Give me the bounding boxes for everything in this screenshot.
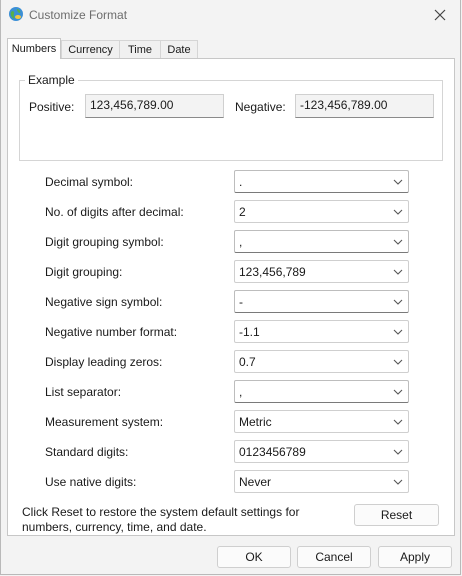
setting-value: . [239, 175, 243, 189]
customize-format-dialog: Customize Format Numbers Currency Time D… [0, 0, 461, 575]
chevron-down-icon[interactable] [392, 236, 404, 248]
setting-value: -1.1 [239, 325, 260, 339]
tab-numbers[interactable]: Numbers [7, 38, 61, 59]
setting-label: Display leading zeros: [45, 355, 163, 369]
setting-combobox[interactable]: Never [234, 470, 409, 493]
numbers-tab-panel: Example Positive: 123,456,789.00 Negativ… [7, 58, 455, 536]
setting-combobox[interactable]: , [234, 230, 409, 253]
tab-currency[interactable]: Currency [61, 40, 120, 58]
setting-value: 123,456,789 [239, 265, 306, 279]
negative-example-field: -123,456,789.00 [295, 94, 434, 118]
chevron-down-icon[interactable] [392, 416, 404, 428]
setting-label: Measurement system: [45, 415, 164, 429]
window-title: Customize Format [29, 8, 128, 22]
positive-label: Positive: [29, 100, 75, 114]
setting-label: Digit grouping: [45, 265, 123, 279]
chevron-down-icon[interactable] [392, 296, 404, 308]
chevron-down-icon[interactable] [392, 206, 404, 218]
setting-label: Use native digits: [45, 475, 137, 489]
chevron-down-icon[interactable] [392, 476, 404, 488]
setting-value: 0123456789 [239, 445, 306, 459]
setting-combobox[interactable]: - [234, 290, 409, 313]
setting-combobox[interactable]: 0.7 [234, 350, 409, 373]
setting-value: Never [239, 475, 272, 489]
close-icon[interactable] [430, 5, 450, 25]
setting-label: Negative number format: [45, 325, 178, 339]
globe-icon [9, 7, 23, 21]
setting-label: Decimal symbol: [45, 175, 134, 189]
reset-description: Click Reset to restore the system defaul… [22, 505, 300, 534]
setting-label: Negative sign symbol: [45, 295, 163, 309]
title-bar: Customize Format [1, 0, 460, 30]
setting-value: , [239, 235, 243, 249]
setting-combobox[interactable]: -1.1 [234, 320, 409, 343]
negative-label: Negative: [235, 100, 286, 114]
chevron-down-icon[interactable] [392, 176, 404, 188]
setting-value: 2 [239, 205, 246, 219]
chevron-down-icon[interactable] [392, 266, 404, 278]
setting-value: Metric [239, 415, 272, 429]
chevron-down-icon[interactable] [392, 386, 404, 398]
setting-value: 0.7 [239, 355, 256, 369]
tab-time[interactable]: Time [119, 40, 161, 58]
reset-button[interactable]: Reset [354, 504, 439, 526]
setting-combobox[interactable]: . [234, 170, 409, 193]
ok-button[interactable]: OK [217, 546, 291, 568]
example-group: Example Positive: 123,456,789.00 Negativ… [19, 73, 443, 161]
setting-combobox[interactable]: , [234, 380, 409, 403]
setting-label: Digit grouping symbol: [45, 235, 164, 249]
chevron-down-icon[interactable] [392, 356, 404, 368]
setting-combobox[interactable]: 2 [234, 200, 409, 223]
positive-example-field: 123,456,789.00 [85, 94, 224, 118]
cancel-button[interactable]: Cancel [297, 546, 371, 568]
chevron-down-icon[interactable] [392, 326, 404, 338]
setting-label: No. of digits after decimal: [45, 205, 184, 219]
setting-combobox[interactable]: Metric [234, 410, 409, 433]
example-group-label: Example [25, 73, 78, 87]
setting-label: List separator: [45, 385, 122, 399]
setting-value: - [239, 295, 243, 309]
setting-combobox[interactable]: 123,456,789 [234, 260, 409, 283]
chevron-down-icon[interactable] [392, 446, 404, 458]
tab-date[interactable]: Date [160, 40, 198, 58]
setting-combobox[interactable]: 0123456789 [234, 440, 409, 463]
setting-label: Standard digits: [45, 445, 129, 459]
apply-button[interactable]: Apply [378, 546, 452, 568]
setting-value: , [239, 385, 243, 399]
